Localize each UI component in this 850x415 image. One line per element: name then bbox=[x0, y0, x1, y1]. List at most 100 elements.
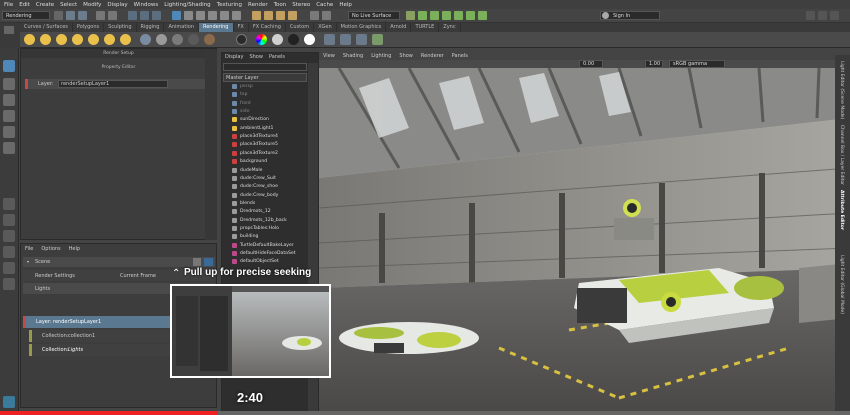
lambert-shader-icon[interactable] bbox=[140, 34, 151, 45]
renderable-icon[interactable] bbox=[204, 258, 213, 266]
ramp-shader-icon[interactable] bbox=[236, 34, 247, 45]
shelf-tab-polygons[interactable]: Polygons bbox=[73, 23, 105, 32]
outliner-item[interactable]: place3dTexture5 bbox=[232, 141, 278, 148]
tab-attribute-editor[interactable]: Attribute Editor bbox=[839, 190, 844, 230]
render-settings-icon[interactable] bbox=[442, 11, 451, 20]
outliner-item[interactable]: propsTables:Holo bbox=[232, 225, 279, 232]
menu-modify[interactable]: Modify bbox=[83, 2, 101, 8]
layout-four-icon[interactable] bbox=[3, 214, 15, 226]
shelf-tab-fx[interactable]: FX bbox=[234, 23, 249, 32]
select-curves-icon[interactable] bbox=[196, 11, 205, 20]
color-ramp-icon[interactable] bbox=[256, 34, 267, 45]
rs-menu-options[interactable]: Options bbox=[41, 246, 60, 252]
outliner-item[interactable]: side bbox=[232, 108, 249, 115]
property-scrollbar[interactable] bbox=[205, 50, 217, 240]
outliner-menu-panels[interactable]: Panels bbox=[269, 54, 285, 60]
shelf-tab-zync[interactable]: Zync bbox=[439, 23, 461, 32]
tab-light-editor-scene[interactable]: Light Editor (Scene Mode) bbox=[839, 61, 844, 119]
vp-menu-view[interactable]: View bbox=[323, 53, 335, 59]
open-scene-icon[interactable] bbox=[66, 11, 75, 20]
panel-toggle-icon[interactable] bbox=[806, 11, 815, 20]
outliner-item[interactable]: Dredmots_12b_back bbox=[232, 217, 287, 224]
render-setup-icon[interactable] bbox=[466, 11, 475, 20]
save-scene-icon[interactable] bbox=[78, 11, 87, 20]
rs-menu-file[interactable]: File bbox=[25, 246, 33, 252]
batch-render-icon[interactable] bbox=[356, 34, 367, 45]
collection1-row[interactable]: Collection: collection1 bbox=[29, 330, 177, 342]
sign-in-dropdown[interactable]: Sign In bbox=[600, 11, 660, 20]
hypershade-icon[interactable] bbox=[454, 11, 463, 20]
outliner-item[interactable]: place3dTexture4 bbox=[232, 133, 278, 140]
select-hierarchy-icon[interactable] bbox=[128, 11, 137, 20]
render-globals-icon[interactable] bbox=[372, 34, 383, 45]
select-deformations-icon[interactable] bbox=[220, 11, 229, 20]
menu-display[interactable]: Display bbox=[107, 2, 127, 8]
shelf-tab-xgen[interactable]: XGen bbox=[314, 23, 337, 32]
outliner-item[interactable]: dude:Crew_shoe bbox=[232, 183, 278, 190]
shelf-tab-fx-caching[interactable]: FX Caching bbox=[249, 23, 286, 32]
rotate-tool-icon[interactable] bbox=[3, 126, 15, 138]
rs-menu-help[interactable]: Help bbox=[69, 246, 80, 252]
outliner-item[interactable]: top bbox=[232, 91, 248, 98]
undo-icon[interactable] bbox=[96, 11, 105, 20]
shelf-tab-sculpting[interactable]: Sculpting bbox=[104, 23, 137, 32]
outliner-menu-display[interactable]: Display bbox=[225, 54, 243, 60]
outliner-item[interactable]: dude:Crew_body bbox=[232, 192, 278, 199]
tab-light-editor-global[interactable]: Light Editor (Global Mode) bbox=[839, 255, 844, 314]
ambient-light-icon[interactable] bbox=[24, 34, 35, 45]
vp-menu-renderer[interactable]: Renderer bbox=[421, 53, 444, 59]
outliner-item[interactable]: ambientLight1 bbox=[232, 125, 273, 132]
layout-two-stack-icon[interactable] bbox=[3, 246, 15, 258]
shelf-tab-motion-graphics[interactable]: Motion Graphics bbox=[337, 23, 387, 32]
menu-toon[interactable]: Toon bbox=[274, 2, 287, 8]
select-surfaces-icon[interactable] bbox=[208, 11, 217, 20]
ipr-render-icon[interactable] bbox=[430, 11, 439, 20]
outliner-item[interactable]: TurtleDefaultBakeLayer bbox=[232, 242, 294, 249]
snap-grid-icon[interactable] bbox=[252, 11, 261, 20]
shelf-menu-icon[interactable] bbox=[4, 26, 14, 34]
select-component-icon[interactable] bbox=[152, 11, 161, 20]
phong-shader-icon[interactable] bbox=[172, 34, 183, 45]
video-progress-track[interactable] bbox=[0, 411, 850, 415]
layout-graph-icon[interactable] bbox=[3, 278, 15, 290]
menu-file[interactable]: File bbox=[4, 2, 13, 8]
spot-light-icon[interactable] bbox=[72, 34, 83, 45]
outliner-item[interactable]: front bbox=[232, 100, 251, 107]
paint-select-icon[interactable] bbox=[3, 94, 15, 106]
default-shader-icon[interactable] bbox=[304, 34, 315, 45]
layered-shader-icon[interactable] bbox=[220, 34, 231, 45]
shelf-tab-arnold[interactable]: Arnold bbox=[386, 23, 412, 32]
vp-menu-shading[interactable]: Shading bbox=[343, 53, 363, 59]
scene-collapse-icon[interactable]: ▾ bbox=[27, 259, 29, 264]
outliner-item[interactable]: place3dTexture2 bbox=[232, 150, 278, 157]
outliner-menu-show[interactable]: Show bbox=[249, 54, 263, 60]
menu-edit[interactable]: Edit bbox=[19, 2, 30, 8]
light-editor-icon[interactable] bbox=[478, 11, 487, 20]
render-view-icon[interactable] bbox=[324, 34, 335, 45]
menu-create[interactable]: Create bbox=[36, 2, 54, 8]
snap-view-plane-icon[interactable] bbox=[288, 11, 297, 20]
menu-lighting-shading[interactable]: Lighting/Shading bbox=[164, 2, 210, 8]
symmetry-icon[interactable] bbox=[406, 11, 415, 20]
layout-outliner-icon[interactable] bbox=[3, 262, 15, 274]
area-light-icon[interactable] bbox=[88, 34, 99, 45]
menu-select[interactable]: Select bbox=[60, 2, 77, 8]
point-light-icon[interactable] bbox=[56, 34, 67, 45]
snap-curve-icon[interactable] bbox=[264, 11, 273, 20]
layout-single-icon[interactable] bbox=[3, 198, 15, 210]
far-clip-field[interactable]: 1.00 bbox=[645, 60, 663, 68]
color-space-dropdown[interactable]: sRGB gamma bbox=[669, 60, 725, 68]
snap-point-icon[interactable] bbox=[276, 11, 285, 20]
select-object-icon[interactable] bbox=[140, 11, 149, 20]
lasso-tool-icon[interactable] bbox=[3, 78, 15, 90]
surface-shader-icon[interactable] bbox=[188, 34, 199, 45]
outliner-item[interactable]: background bbox=[232, 158, 267, 165]
channel-box-toggle-icon[interactable] bbox=[830, 11, 839, 20]
scale-tool-icon[interactable] bbox=[3, 142, 15, 154]
camera-icon[interactable] bbox=[120, 34, 131, 45]
tab-channel-box[interactable]: Channel Box / Layer Editor bbox=[839, 125, 844, 185]
directional-light-icon[interactable] bbox=[40, 34, 51, 45]
construction-history-icon[interactable] bbox=[310, 11, 319, 20]
outliner-search-input[interactable] bbox=[223, 63, 307, 71]
master-layer-dropdown[interactable]: Master Layer bbox=[223, 73, 307, 82]
